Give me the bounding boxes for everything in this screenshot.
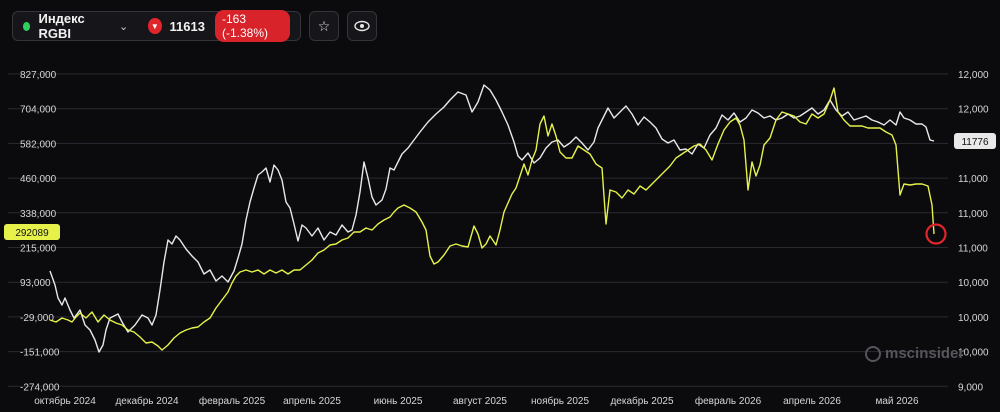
right-tick-label: 10,000 xyxy=(958,313,989,324)
left-last-value-text: 292089 xyxy=(15,228,49,239)
watermark: mscinsider xyxy=(865,345,964,362)
right-tick-label: 11,000 xyxy=(958,209,988,220)
left-tick-label: 582,000 xyxy=(20,139,57,150)
left-tick-label: 704,000 xyxy=(20,105,57,116)
right-tick-label: 10,000 xyxy=(958,278,989,289)
x-tick-label: февраль 2026 xyxy=(695,395,762,407)
x-axis: октябрь 2024 декабрь 2024 февраль 2025 апре… xyxy=(34,395,919,407)
index-line-series xyxy=(49,84,935,353)
x-tick-label: апрель 2025 xyxy=(283,396,341,407)
left-tick-label: 215,000 xyxy=(20,244,57,255)
left-tick-label: -274,000 xyxy=(20,382,60,393)
x-tick-label: ноябрь 2025 xyxy=(531,395,589,407)
x-tick-label: декабрь 2025 xyxy=(610,395,674,407)
x-tick-label: октябрь 2024 xyxy=(34,395,96,407)
left-tick-label: 338,000 xyxy=(20,209,57,220)
highlight-circle xyxy=(925,223,947,245)
chart: 827,000 704,000 582,000 460,000 338,000 215,0… xyxy=(4,70,996,407)
left-tick-label: 827,000 xyxy=(20,70,57,81)
left-tick-label: 93,000 xyxy=(20,278,51,289)
x-tick-label: февраль 2025 xyxy=(199,395,266,407)
right-last-value-text: 11776 xyxy=(961,137,989,148)
right-tick-label: 9,000 xyxy=(958,382,983,393)
right-tick-label: 11,000 xyxy=(958,174,988,185)
left-tick-label: -151,000 xyxy=(20,348,60,359)
series-layer xyxy=(49,84,935,353)
x-tick-label: декабрь 2024 xyxy=(115,395,179,407)
mscinsider-logo-icon xyxy=(865,345,881,362)
right-tick-label: 12,000 xyxy=(958,70,989,81)
x-tick-label: апрель 2026 xyxy=(783,396,841,407)
x-tick-label: май 2026 xyxy=(875,396,918,407)
volume-line-series xyxy=(49,87,935,351)
watermark-text: mscinsider xyxy=(885,345,965,362)
x-tick-label: июнь 2025 xyxy=(374,396,423,407)
left-tick-label: -29,000 xyxy=(20,313,54,324)
grid xyxy=(8,73,948,387)
left-tick-label: 460,000 xyxy=(20,174,57,185)
right-tick-label: 11,000 xyxy=(958,244,988,255)
right-tick-label: 12,000 xyxy=(958,105,989,116)
x-tick-label: август 2025 xyxy=(453,396,507,407)
